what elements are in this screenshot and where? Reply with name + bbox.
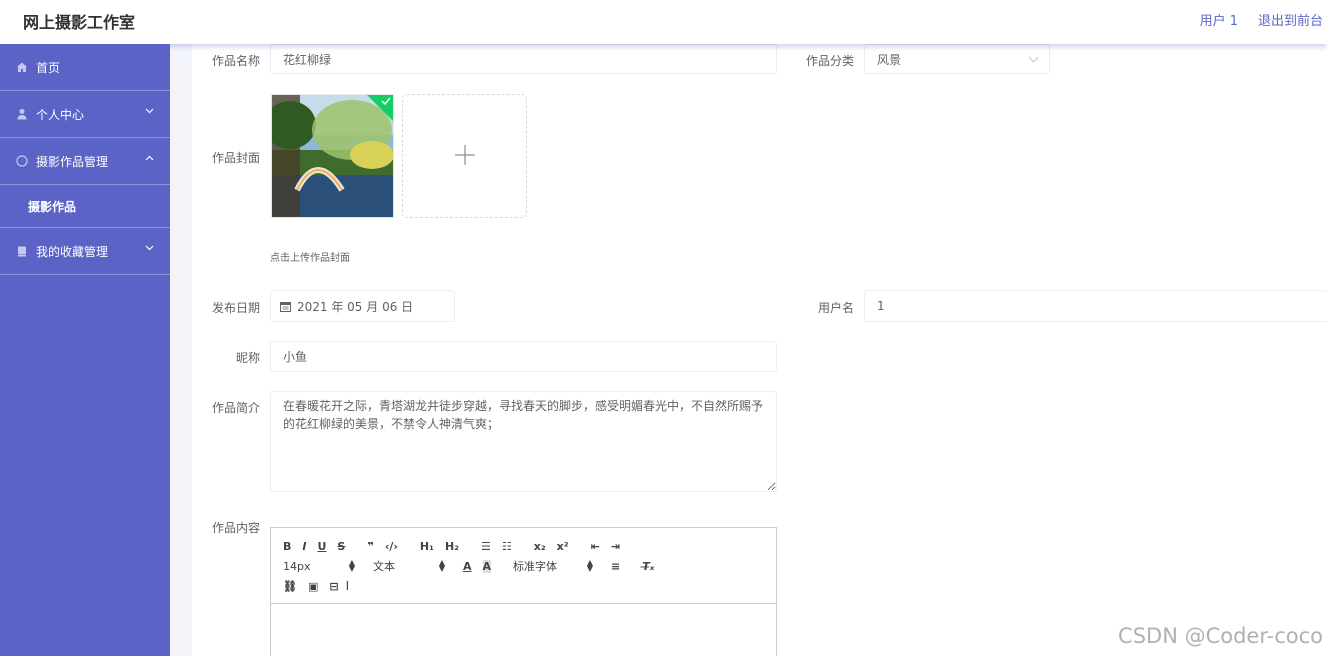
cover-image[interactable] [271, 94, 394, 218]
cover-thumbnail [272, 95, 393, 217]
sidebar-item-label: 我的收藏管理 [36, 244, 109, 259]
home-icon [15, 60, 29, 74]
strike-button[interactable]: S [337, 540, 345, 553]
outdent-icon[interactable]: ⇤ [591, 540, 600, 553]
superscript-button[interactable]: x² [557, 540, 569, 553]
chevron-down-icon [145, 107, 154, 117]
sidebar-item-personal[interactable]: 个人中心 [0, 91, 170, 138]
sort-icon: ▲ ▼ [348, 558, 355, 573]
intro-label: 作品简介 [211, 401, 260, 415]
user-icon [15, 107, 29, 121]
edit-form: 作品名称 花红柳绿 作品分类 风景 作品封面 点击上传作品封面 发布日期 202… [192, 44, 1327, 656]
sidebar: 首页 个人中心 摄影作品管理 摄影作品 我的收藏管理 [0, 44, 170, 656]
background-color-icon[interactable]: A [482, 559, 492, 573]
category-value: 风景 [877, 52, 902, 67]
header-actions: 用户 1 退出到前台 [1200, 10, 1323, 29]
editor-content-area[interactable] [271, 604, 776, 656]
category-label: 作品分类 [805, 54, 854, 68]
header-value: 文本 [373, 560, 395, 573]
username-value: 1 [877, 299, 885, 313]
video-icon[interactable]: ⊟ [329, 580, 338, 593]
header-1-button[interactable]: H₁ [420, 540, 434, 553]
text-cursor-icon: I [345, 579, 350, 593]
image-icon[interactable]: ▣ [308, 580, 318, 593]
font-family-select[interactable]: 标准字体 ▲ ▼ [513, 558, 593, 574]
content-gutter [170, 44, 192, 656]
clear-format-icon[interactable]: T̶ₓ [642, 560, 654, 573]
link-icon[interactable]: ⛓ [283, 580, 297, 593]
plus-icon [454, 139, 476, 174]
sidebar-item-label: 摄影作品 [28, 199, 77, 214]
bold-button[interactable]: B [283, 540, 291, 553]
editor-toolbar: B I U S ❞ ‹/› H₁ H₂ ☰ ☷ x₂ x² ⇤ ⇥ 14px ▲… [271, 528, 776, 604]
nickname-label: 昵称 [235, 351, 260, 365]
work-name-label: 作品名称 [211, 54, 260, 68]
header-2-button[interactable]: H₂ [445, 540, 459, 553]
sidebar-item-label: 个人中心 [36, 107, 85, 122]
upload-cover-button[interactable] [402, 94, 527, 218]
logout-link[interactable]: 退出到前台 [1258, 10, 1323, 29]
work-name-value: 花红柳绿 [283, 52, 332, 67]
underline-button[interactable]: U [317, 540, 326, 553]
sort-icon: ▲ ▼ [438, 558, 445, 573]
intro-textarea[interactable]: 在春暖花开之际，青塔湖龙井徒步穿越，寻找春天的脚步，感受明媚春光中，不自然所赐予… [270, 391, 777, 492]
font-size-select[interactable]: 14px ▲ ▼ [283, 558, 355, 573]
italic-button[interactable]: I [302, 540, 306, 553]
top-bar: 网上摄影工作室 用户 1 退出到前台 [0, 0, 1327, 44]
code-block-icon[interactable]: ‹/› [385, 540, 398, 553]
chevron-up-icon [145, 154, 154, 164]
subscript-button[interactable]: x₂ [534, 540, 546, 553]
watermark: CSDN @Coder-coco [1118, 624, 1323, 648]
chevron-down-icon [145, 244, 154, 254]
nickname-input[interactable]: 小鱼 [270, 341, 777, 372]
bookmark-icon [15, 244, 29, 258]
chevron-down-icon [1028, 52, 1039, 63]
sidebar-item-label: 摄影作品管理 [36, 154, 109, 169]
cover-label: 作品封面 [211, 151, 260, 165]
category-select[interactable]: 风景 [864, 44, 1050, 74]
bullet-list-icon[interactable]: ☷ [502, 540, 512, 553]
cover-upload-hint: 点击上传作品封面 [270, 253, 350, 264]
app-title: 网上摄影工作室 [23, 13, 136, 32]
align-icon[interactable]: ≡ [611, 560, 620, 573]
ordered-list-icon[interactable]: ☰ [481, 540, 491, 553]
sidebar-item-favorites[interactable]: 我的收藏管理 [0, 228, 170, 275]
publish-date-picker[interactable]: 2021 年 05 月 06 日 [270, 290, 455, 322]
font-color-icon[interactable]: A [463, 560, 472, 573]
sidebar-item-label: 首页 [36, 60, 61, 75]
work-name-input[interactable]: 花红柳绿 [270, 44, 777, 74]
publish-date-value: 2021 年 05 月 06 日 [297, 299, 414, 314]
font-family-value: 标准字体 [513, 560, 558, 573]
sort-icon: ▲ ▼ [586, 558, 594, 573]
calendar-icon [280, 301, 291, 312]
rich-text-editor: B I U S ❞ ‹/› H₁ H₂ ☰ ☷ x₂ x² ⇤ ⇥ 14px ▲… [270, 527, 777, 656]
publish-date-label: 发布日期 [211, 301, 260, 315]
font-size-value: 14px [283, 559, 311, 573]
header-select[interactable]: 文本 ▲ ▼ [373, 558, 445, 574]
current-user-link[interactable]: 用户 1 [1200, 10, 1238, 29]
sidebar-item-home[interactable]: 首页 [0, 44, 170, 91]
sidebar-item-works-management[interactable]: 摄影作品管理 [0, 138, 170, 185]
content-label: 作品内容 [211, 521, 260, 535]
username-label: 用户名 [817, 301, 854, 315]
blockquote-icon[interactable]: ❞ [367, 540, 373, 553]
compass-icon [15, 154, 29, 168]
sidebar-item-works[interactable]: 摄影作品 [0, 185, 170, 228]
username-input[interactable]: 1 [864, 290, 1327, 322]
indent-icon[interactable]: ⇥ [611, 540, 620, 553]
nickname-value: 小鱼 [283, 350, 308, 364]
